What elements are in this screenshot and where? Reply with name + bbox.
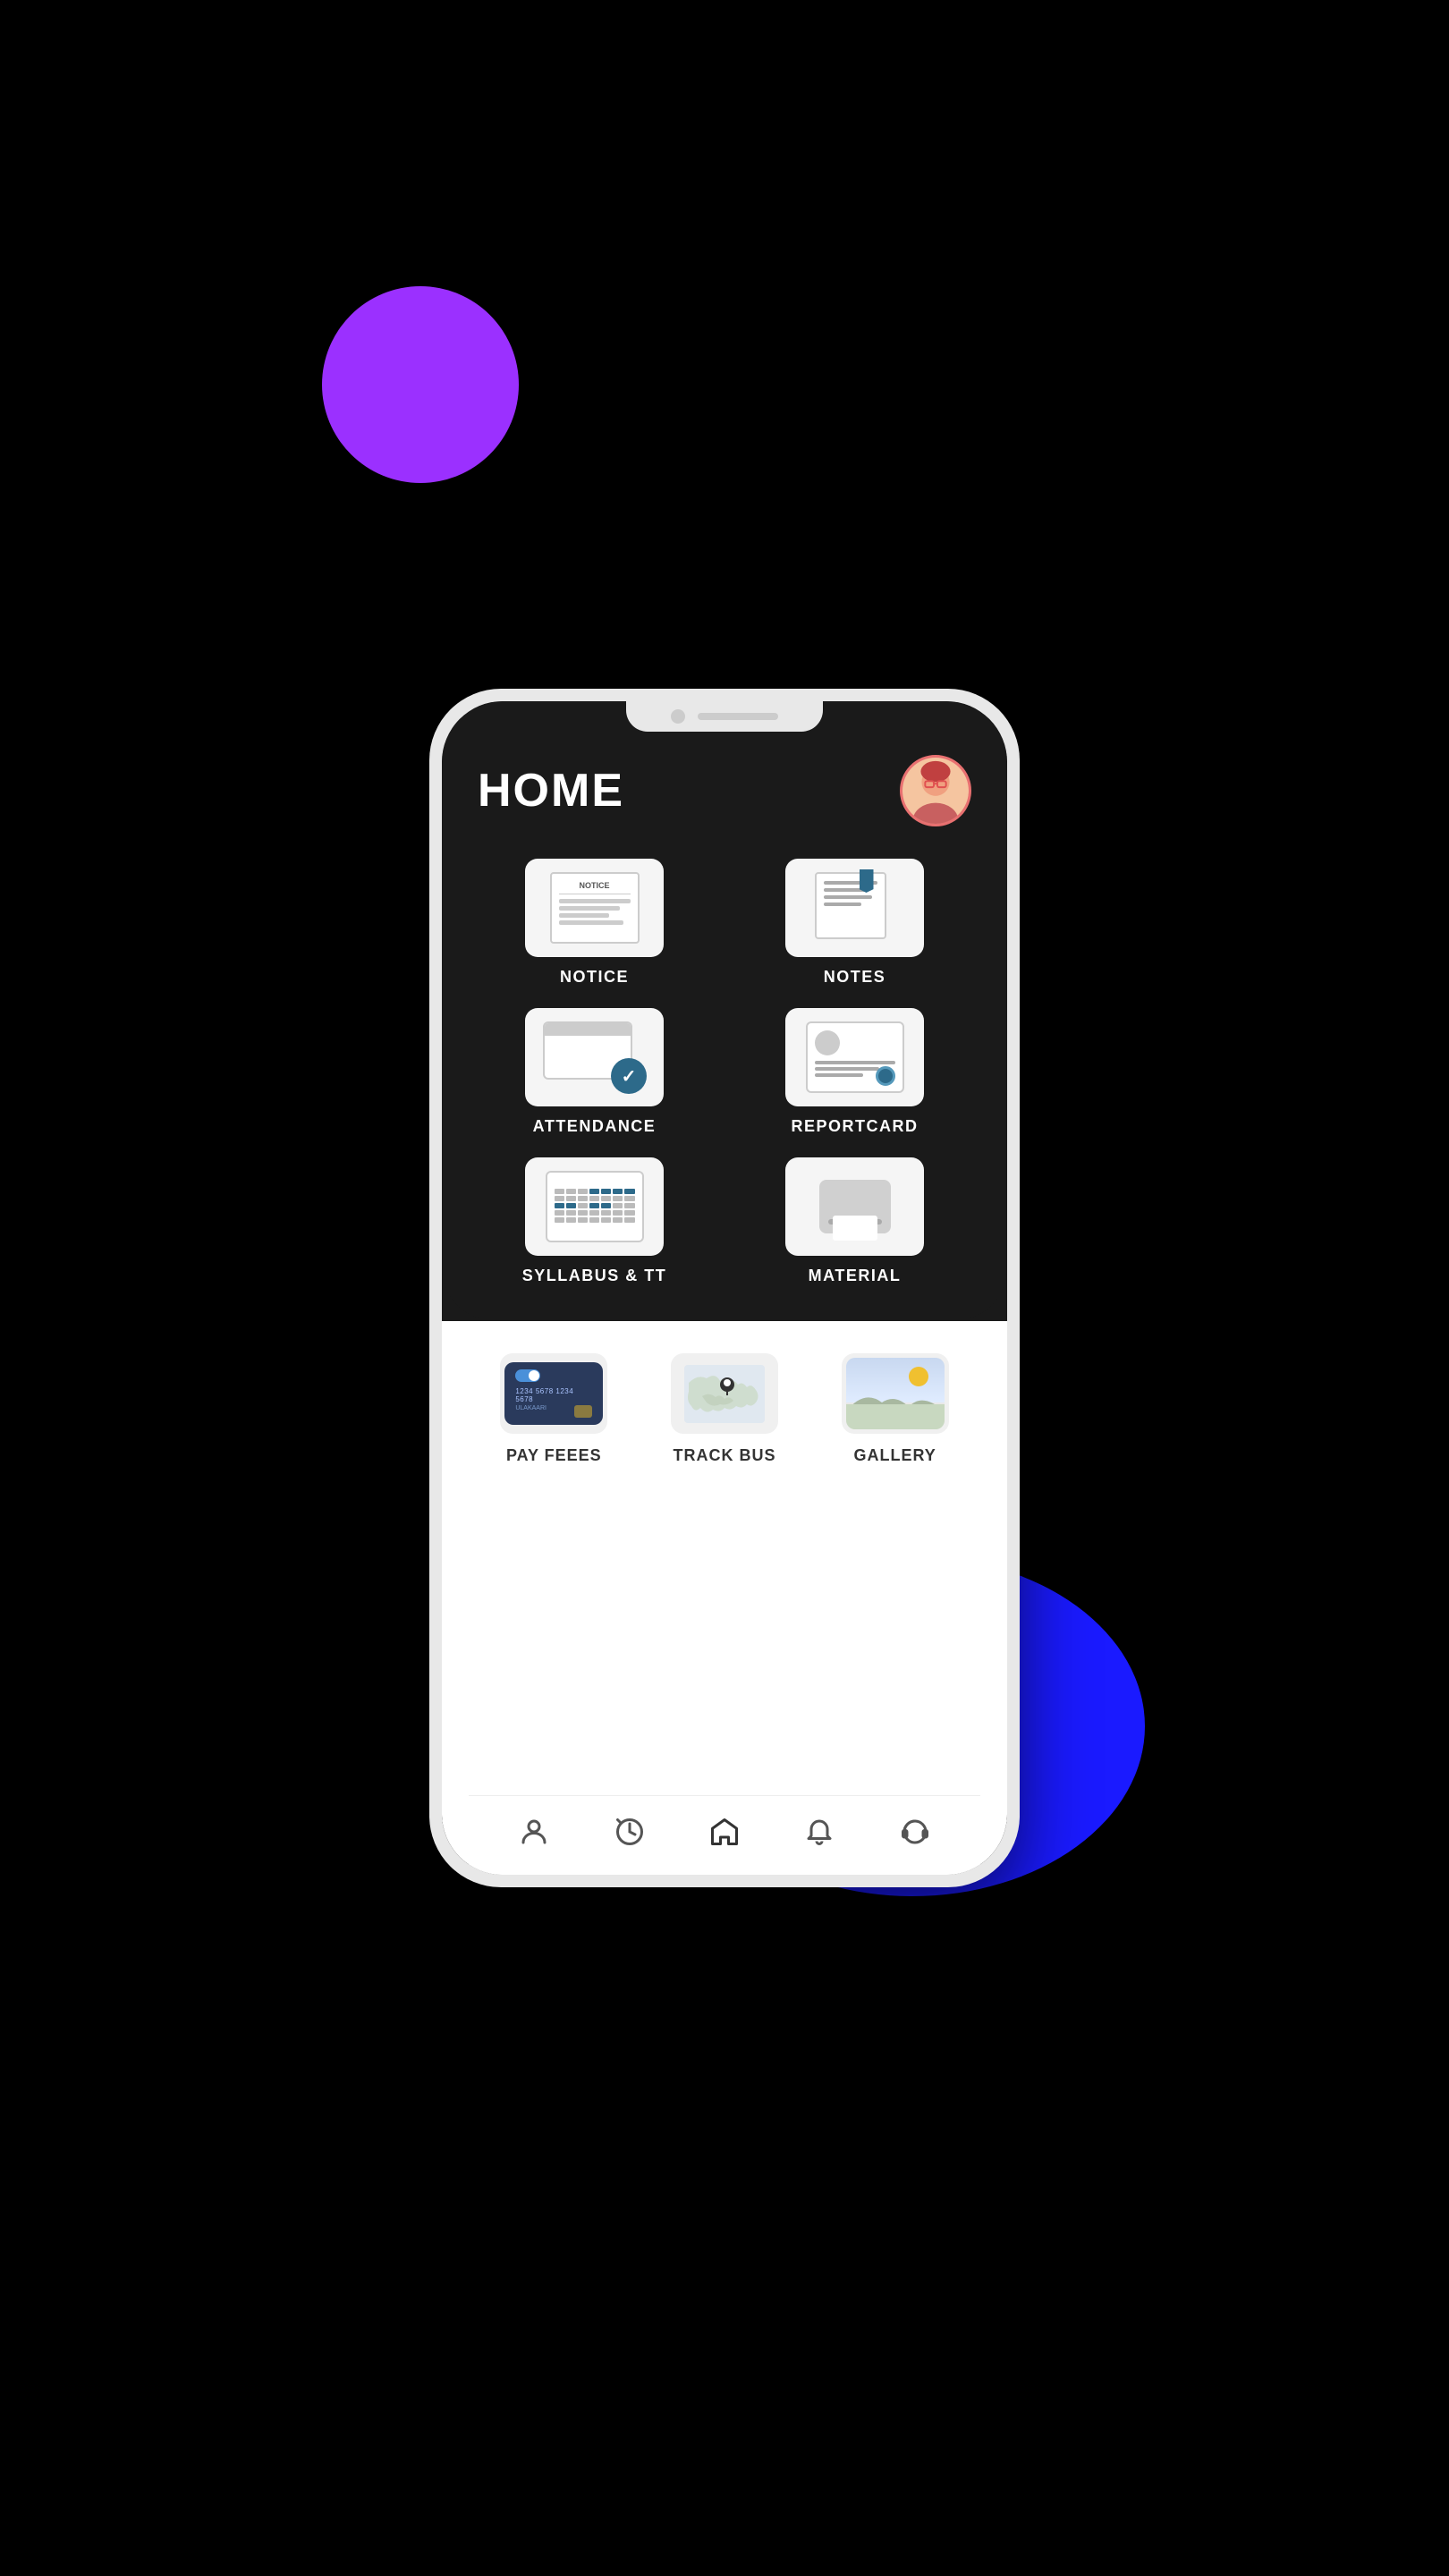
camera (671, 709, 685, 724)
bottom-item-gallery[interactable]: GALLERY (842, 1353, 949, 1465)
tb-map (684, 1365, 765, 1423)
person-icon (518, 1816, 550, 1848)
notes-bookmark (860, 869, 874, 893)
nav-profile[interactable] (513, 1810, 555, 1853)
pf-number: 1234 5678 1234 5678 (515, 1387, 592, 1403)
gallery-label: GALLERY (853, 1446, 936, 1465)
menu-item-reportcard[interactable]: REPORTCARD (738, 1008, 971, 1136)
avatar[interactable] (900, 755, 971, 826)
payfees-label: PAY FEEES (506, 1446, 602, 1465)
trackbus-label: TRACK BUS (673, 1446, 775, 1465)
nav-notifications[interactable] (798, 1810, 841, 1853)
att-check: ✓ (611, 1058, 647, 1094)
material-icon-box (785, 1157, 924, 1256)
reportcard-label: REPORTCARD (791, 1117, 918, 1136)
attendance-icon-box: ✓ (525, 1008, 664, 1106)
pf-chip (574, 1405, 592, 1418)
menu-item-syllabus[interactable]: SYLLABUS & TT (478, 1157, 711, 1285)
payfees-icon: 1234 5678 1234 5678 ULAKAARI (504, 1362, 603, 1425)
reportcard-icon-box (785, 1008, 924, 1106)
notes-icon (815, 872, 895, 944)
notes-label: NOTES (824, 968, 886, 987)
map-svg (684, 1365, 765, 1423)
ri-seal (876, 1066, 895, 1086)
purple-blob (322, 286, 519, 483)
ri-face (815, 1030, 840, 1055)
phone-mockup: HOME (429, 689, 1020, 1887)
clock-icon (614, 1816, 646, 1848)
trackbus-icon-box (671, 1353, 778, 1434)
gallery-sun (909, 1367, 928, 1386)
mat-paper (833, 1216, 877, 1241)
payfees-icon-box: 1234 5678 1234 5678 ULAKAARI (500, 1353, 607, 1434)
att-card: ✓ (543, 1021, 632, 1080)
trackbus-icon (675, 1358, 774, 1429)
bottom-item-trackbus[interactable]: TRACK BUS (671, 1353, 778, 1465)
page-title: HOME (478, 764, 624, 818)
notice-icon-text: NOTICE (559, 881, 631, 894)
bell-icon (803, 1816, 835, 1848)
notice-label: NOTICE (560, 968, 629, 987)
phone-notch (626, 701, 823, 732)
syllabus-label: SYLLABUS & TT (522, 1267, 667, 1285)
nav-home[interactable] (703, 1810, 746, 1853)
notice-icon: NOTICE (550, 872, 640, 944)
pf-toggle (515, 1369, 592, 1382)
attendance-label: ATTENDANCE (533, 1117, 657, 1136)
gallery-icon (846, 1358, 945, 1429)
att-stripe (545, 1023, 631, 1036)
menu-item-attendance[interactable]: ✓ ATTENDANCE (478, 1008, 711, 1136)
syllabus-icon-box (525, 1157, 664, 1256)
material-icon (810, 1171, 900, 1242)
menu-grid: NOTICE NOTICE (478, 859, 971, 1285)
notice-icon-box: NOTICE (525, 859, 664, 957)
phone-screen: HOME (442, 701, 1007, 1875)
home-icon (708, 1816, 741, 1848)
si-grid (555, 1189, 635, 1223)
headset-icon (899, 1816, 931, 1848)
bottom-icons-row: 1234 5678 1234 5678 ULAKAARI PAY FEEES (469, 1353, 980, 1786)
header-row: HOME (478, 755, 971, 826)
gallery-icon-box (842, 1353, 949, 1434)
bottom-section: 1234 5678 1234 5678 ULAKAARI PAY FEEES (442, 1321, 1007, 1875)
notes-icon-box (785, 859, 924, 957)
nav-bar (469, 1795, 980, 1875)
material-label: MATERIAL (809, 1267, 902, 1285)
menu-item-material[interactable]: MATERIAL (738, 1157, 971, 1285)
pf-toggle-thumb (529, 1370, 539, 1381)
reportcard-icon (806, 1021, 904, 1093)
nav-support[interactable] (894, 1810, 936, 1853)
menu-item-notes[interactable]: NOTES (738, 859, 971, 987)
top-section: HOME (442, 701, 1007, 1321)
mat-printer (819, 1180, 891, 1233)
phone-body: HOME (429, 689, 1020, 1887)
nav-history[interactable] (608, 1810, 651, 1853)
syllabus-icon (546, 1171, 644, 1242)
speaker (698, 713, 778, 720)
menu-item-notice[interactable]: NOTICE NOTICE (478, 859, 711, 987)
attendance-icon: ✓ (543, 1021, 646, 1093)
notes-book (815, 872, 886, 939)
bottom-item-payfees[interactable]: 1234 5678 1234 5678 ULAKAARI PAY FEEES (500, 1353, 607, 1465)
pf-toggle-track (515, 1369, 540, 1382)
gallery-ground (846, 1404, 945, 1429)
